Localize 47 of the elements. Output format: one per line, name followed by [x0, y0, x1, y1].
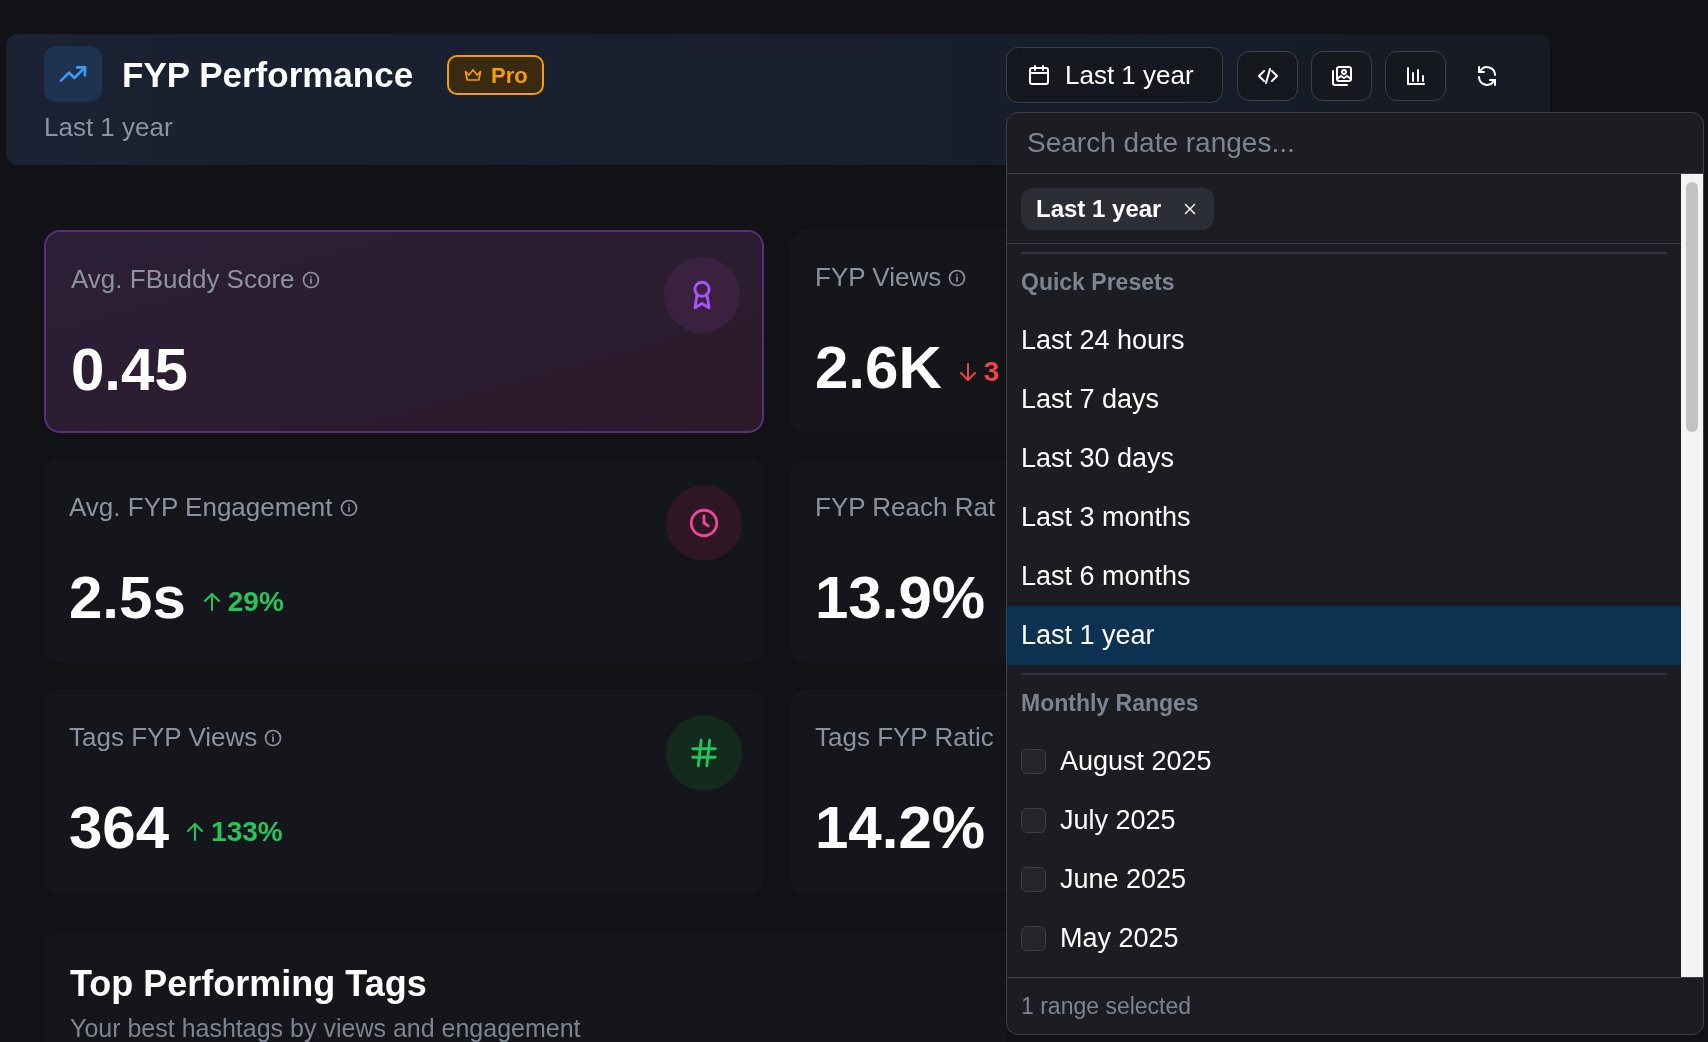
month-option[interactable]: May 2025	[1060, 918, 1179, 959]
metric-value: 13.9%	[815, 565, 986, 631]
metric-label: Avg. FYP Engagement	[69, 491, 333, 524]
checkbox[interactable]	[1021, 867, 1046, 892]
preset-option[interactable]: Last 24 hours	[1007, 311, 1681, 370]
selection-summary: 1 range selected	[1007, 977, 1703, 1034]
checkbox[interactable]	[1021, 926, 1046, 951]
metric-value: 14.2%	[815, 795, 986, 861]
metric-value: 2.5s	[69, 565, 186, 631]
preset-option[interactable]: Last 6 months	[1007, 547, 1681, 606]
page-subtitle: Last 1 year	[44, 111, 173, 144]
checkbox[interactable]	[1021, 749, 1046, 774]
section-heading: Monthly Ranges	[1020, 689, 1200, 719]
calendar-icon	[1027, 63, 1051, 87]
metric-label: Tags FYP Ratic	[815, 721, 994, 754]
selected-range-chip: Last 1 year	[1021, 187, 1215, 230]
month-option[interactable]: July 2025	[1060, 800, 1176, 841]
decrease-indicator: 3	[955, 351, 1000, 393]
month-option[interactable]: June 2025	[1060, 859, 1187, 900]
metric-value: 2.6K	[815, 335, 942, 401]
scrollbar[interactable]	[1681, 174, 1703, 977]
checkbox[interactable]	[1021, 808, 1046, 833]
embed-button[interactable]	[1237, 51, 1298, 101]
preset-option[interactable]: Last 1 year	[1007, 606, 1681, 665]
metric-label: FYP Reach Rat	[815, 491, 996, 524]
metric-label: Tags FYP Views	[69, 721, 258, 754]
month-option[interactable]: August 2025	[1060, 741, 1212, 782]
date-range-button[interactable]: Last 1 year	[1006, 47, 1223, 103]
preset-option[interactable]: Last 30 days	[1007, 429, 1681, 488]
metric-label: Avg. FBuddy Score	[71, 263, 295, 296]
increase-indicator: 133%	[183, 811, 283, 853]
image-icon	[1329, 64, 1354, 88]
page-title: FYP Performance	[122, 54, 414, 96]
increase-indicator: 29%	[199, 581, 284, 623]
preset-option[interactable]: Last 3 months	[1007, 488, 1681, 547]
pro-badge: Pro	[447, 55, 544, 95]
image-export-button[interactable]	[1311, 51, 1372, 101]
section-title: Top Performing Tags	[70, 962, 427, 1006]
search-field[interactable]: Search date ranges...	[1007, 113, 1703, 174]
clock-icon	[687, 506, 721, 540]
section-heading: Quick Presets	[1020, 268, 1176, 298]
metric-value: 0.45	[71, 337, 188, 403]
chart-button[interactable]	[1385, 51, 1446, 101]
metric-value: 364	[69, 795, 170, 861]
preset-option[interactable]: Last 7 days	[1007, 370, 1681, 429]
section-subtitle: Your best hashtags by views and engagement	[70, 1014, 581, 1042]
metric-label: FYP Views	[815, 261, 942, 294]
